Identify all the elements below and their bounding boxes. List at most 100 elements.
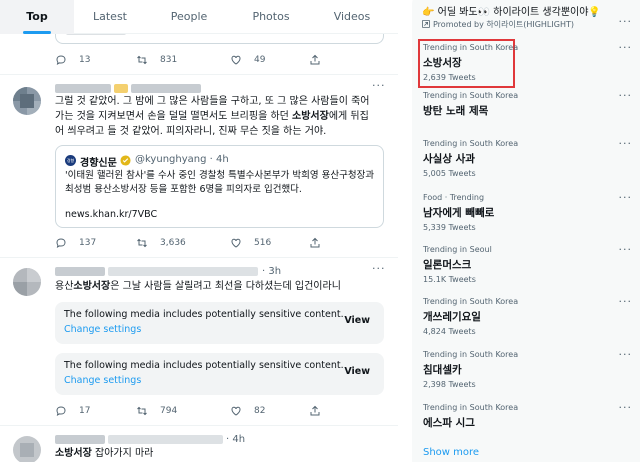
more-icon[interactable]: ···	[619, 401, 633, 414]
tweet-time[interactable]: · 3h	[262, 266, 281, 278]
tab-top[interactable]: Top	[0, 0, 74, 34]
tweet-text-rest: 은 그날 사람들 살릴려고 최선을 다하셨는데 입건이라니	[110, 281, 341, 292]
verified-badge-icon	[120, 155, 131, 166]
avatar-image	[13, 436, 41, 462]
retweet-count: 794	[160, 406, 178, 416]
tweet-divider	[0, 74, 398, 75]
trend-name: 침대셀카	[423, 364, 462, 376]
more-icon[interactable]: ···	[619, 15, 633, 28]
more-icon[interactable]: ···	[619, 191, 633, 204]
more-icon[interactable]: ···	[619, 89, 633, 102]
trend-context: Trending in South Korea	[423, 43, 519, 52]
more-icon[interactable]: ···	[372, 262, 390, 275]
avatar[interactable]	[13, 87, 41, 115]
heart-icon	[231, 55, 241, 65]
like-count: 49	[254, 55, 266, 65]
tab-people[interactable]: People	[150, 0, 228, 34]
promoted-trend-title[interactable]: 👉 어딜 봐도👀 하이라이트 생각뿐이야💡	[422, 3, 601, 18]
quote-link[interactable]: news.khan.kr/7VBC	[65, 209, 157, 220]
tweet-text: 그럴 것 같았어. 그 밤에 그 많은 사람들을 구하고, 또 그 많은 사람들…	[55, 94, 390, 139]
handle-blur	[108, 267, 258, 276]
tab-videos-label: Videos	[333, 10, 371, 23]
retweet-icon	[137, 406, 147, 416]
show-more-link[interactable]: Show more	[423, 447, 479, 458]
tweet-text-line-2: 가는 것을 지켜보면서 손을 덜덜 떨면서도 브리핑을 하던 소방서장에게 뒤집	[55, 109, 390, 124]
more-icon[interactable]: ···	[619, 295, 633, 308]
share-icon	[310, 54, 320, 65]
trend-context: Trending in South Korea	[423, 297, 519, 306]
quote-text: '이태원 핼러윈 참사'를 수사 중인 경찰청 특별수사본부가 박희영 용산구청…	[65, 170, 375, 195]
quote-handle-time: @kyunghyang · 4h	[135, 154, 229, 165]
search-term-highlight: 소방서장	[292, 111, 329, 122]
tab-people-label: People	[170, 10, 208, 23]
sensitive-media-warning: The following media includes potentially…	[55, 302, 384, 344]
tweet-text: 용산소방서장은 그날 사람들 살릴려고 최선을 다하셨는데 입건이라니	[55, 279, 390, 294]
retweet-count: 831	[160, 55, 178, 65]
trend-name: 방탄 노래 제목	[423, 105, 489, 117]
like-count: 82	[254, 406, 266, 416]
more-icon[interactable]: ···	[619, 348, 633, 361]
quoted-tweet[interactable]: 경향 경향신문 @kyunghyang · 4h '이태원 핼러윈 참사'를 수…	[55, 145, 384, 228]
trends-panel: 👉 어딜 봐도👀 하이라이트 생각뿐이야💡 Promoted by 하이라이트(…	[412, 0, 640, 462]
avatar[interactable]	[13, 268, 41, 296]
tab-active-indicator	[23, 31, 51, 34]
trend-context: Trending in South Korea	[423, 403, 519, 412]
sensitive-media-text: The following media includes potentially…	[64, 360, 344, 371]
heart-icon	[231, 406, 241, 416]
trend-count: 5,005 Tweets	[423, 169, 476, 178]
tweet-text-line-2-start: 가는 것을 지켜보면서 손을 덜덜 떨면서도 브리핑을 하던	[55, 111, 293, 122]
trend-context: Food · Trending	[423, 193, 485, 202]
search-term-highlight: 소방서장	[55, 448, 92, 459]
promoted-icon	[422, 20, 430, 28]
reply-count: 13	[79, 55, 91, 65]
search-tabs: Top Latest People Photos Videos	[0, 0, 398, 34]
quote-avatar: 경향	[65, 155, 76, 166]
trend-count: 15.1K Tweets	[423, 275, 476, 284]
handle-blur	[108, 435, 223, 444]
tweet-text-line-2-end: 에게 뒤집	[328, 111, 369, 122]
avatar[interactable]	[13, 436, 41, 462]
trend-context: Trending in Seoul	[423, 245, 492, 254]
trend-context: Trending in South Korea	[423, 91, 519, 100]
sensitive-media-warning: The following media includes potentially…	[55, 353, 384, 395]
like-count: 516	[254, 238, 272, 248]
trend-name: 소방서장	[423, 57, 462, 69]
tab-photos-label: Photos	[252, 10, 290, 23]
trend-context: Trending in South Korea	[423, 139, 519, 148]
heart-icon	[231, 238, 241, 248]
handle-blur	[131, 84, 201, 93]
tab-latest[interactable]: Latest	[74, 0, 146, 34]
promoted-by-text: Promoted by 하이라이트(HIGHLIGHT)	[433, 20, 574, 29]
tab-top-label: Top	[26, 10, 48, 23]
more-icon[interactable]: ···	[619, 41, 633, 54]
retweet-icon	[137, 238, 147, 248]
tweet-text-rest: 잡아가지 마라	[91, 448, 154, 459]
retweet-icon	[137, 55, 147, 65]
share-icon	[310, 405, 320, 416]
change-settings-link[interactable]: Change settings	[64, 324, 141, 335]
tweet-divider	[0, 425, 398, 426]
tweet-text-line-3: 어 씌우려고 들 것 같았어. 피의자라니, 진짜 무슨 짓을 하는 거야.	[55, 126, 327, 137]
view-media-button[interactable]: View	[344, 366, 370, 377]
more-icon[interactable]: ···	[619, 137, 633, 150]
tweet-text-line-1: 그럴 것 같았어. 그 밤에 그 많은 사람들을 구하고, 또 그 많은 사람들…	[55, 96, 370, 107]
tweet-text: 소방서장 잡아가지 마라	[55, 446, 390, 461]
reply-icon	[56, 238, 66, 249]
trend-context: Trending in South Korea	[423, 350, 519, 359]
avatar-image	[13, 87, 41, 115]
change-settings-link[interactable]: Change settings	[64, 375, 141, 386]
more-icon[interactable]: ···	[619, 243, 633, 256]
tweet-text-prefix: 용산	[55, 281, 74, 292]
tab-latest-label: Latest	[93, 10, 127, 23]
tab-photos[interactable]: Photos	[232, 0, 310, 34]
view-media-button[interactable]: View	[344, 315, 370, 326]
quote-author-name: 경향신문	[80, 158, 117, 169]
tweet-time[interactable]: · 4h	[226, 434, 245, 446]
trend-name: 일론머스크	[423, 259, 472, 271]
reply-icon	[56, 406, 66, 417]
tab-videos[interactable]: Videos	[312, 0, 392, 34]
username-blur	[55, 435, 105, 444]
reply-count: 17	[79, 406, 91, 416]
avatar-image	[13, 268, 41, 296]
more-icon[interactable]: ···	[372, 79, 390, 92]
